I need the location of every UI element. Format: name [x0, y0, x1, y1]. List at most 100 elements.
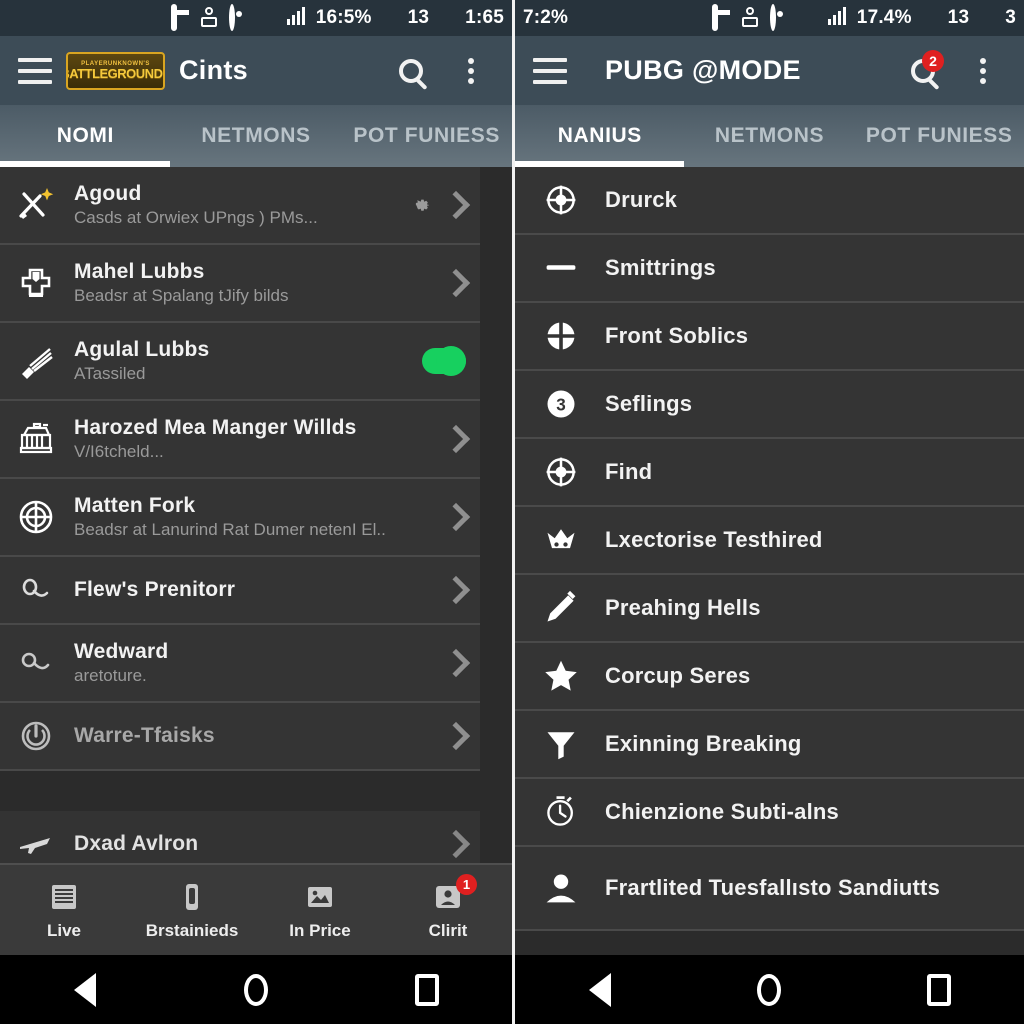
list-item-title: Corcup Seres: [605, 663, 751, 688]
list-lines-icon: [47, 880, 81, 914]
page-title: Cints: [179, 55, 248, 85]
right-app-bar: PUBG @MODE 2: [515, 36, 1024, 105]
chevron-right-icon: [441, 502, 471, 532]
list-item-title: Front Soblics: [605, 323, 749, 348]
list-item[interactable]: Flew's Prenitorr: [0, 557, 480, 625]
list-item-title: Mahel Lubbs: [74, 260, 205, 283]
download-icon: [575, 7, 597, 29]
left-percent-label: 7:2%: [523, 7, 569, 28]
clock-label: 3: [1005, 7, 1016, 28]
right-menu-list[interactable]: Drurck Smittrings Front Soblics 3 Seflin…: [515, 167, 1024, 955]
more-vertical-icon: [468, 57, 474, 84]
list-item[interactable]: Agoud Casds at Orwiex UPngs ) PMs...: [0, 167, 480, 245]
search-button[interactable]: 2: [900, 48, 946, 94]
gear-icon[interactable]: [408, 193, 432, 217]
list-item-title: Agulal Lubbs: [74, 338, 210, 361]
status-count-label: 13: [407, 7, 430, 28]
list-item[interactable]: 3 Seflings: [515, 371, 1024, 439]
list-item[interactable]: Find: [515, 439, 1024, 507]
overflow-menu-button[interactable]: [448, 48, 494, 94]
bottom-nav-label: Live: [46, 920, 82, 940]
tab-nanius[interactable]: NANIUS: [515, 124, 685, 148]
list-item[interactable]: Harozed Mea Manger Willds V/I6tcheld...: [0, 401, 480, 479]
data-triangle-icon: [258, 7, 280, 29]
list-item[interactable]: Smittrings: [515, 235, 1024, 303]
tab-pot-funiess[interactable]: POT FUNIESS: [341, 124, 512, 148]
contact-status-icon: [200, 7, 222, 29]
list-item[interactable]: Frartlited Tuesfallısto Sandiutts: [515, 847, 1024, 931]
back-button[interactable]: [55, 965, 115, 1015]
back-button[interactable]: [570, 965, 630, 1015]
tab-pot-funiess[interactable]: POT FUNIESS: [854, 124, 1024, 148]
bottom-nav-in-price[interactable]: In Price: [265, 880, 375, 941]
list-item-title: Warre-Tfaisks: [74, 724, 215, 747]
hamburger-icon[interactable]: [18, 57, 52, 84]
list-item[interactable]: Drurck: [515, 167, 1024, 235]
battery-secondary-icon: [976, 7, 998, 29]
bottom-nav-brstainieds[interactable]: Brstainieds: [137, 880, 247, 941]
home-button[interactable]: [739, 965, 799, 1015]
dual-screenshot-comparison: 16:5% 13 1:65 PLAYERUNKNOWN'S BATTLEGROU…: [0, 0, 1024, 1024]
crate-icon: [14, 417, 58, 461]
tab-netmons[interactable]: NETMONS: [685, 124, 855, 148]
list-item[interactable]: Wedward aretoture.: [0, 625, 480, 703]
list-item[interactable]: Lxectorise Testhired: [515, 507, 1024, 575]
list-item-title: Matten Fork: [74, 494, 196, 517]
recents-square-icon: [927, 973, 952, 1006]
left-bottom-nav: Live Brstainieds In Price 1 Clirit: [0, 863, 512, 955]
funnel-icon: [539, 722, 583, 766]
list-item-title: Exinning Breaking: [605, 731, 802, 756]
bottom-nav-label: In Price: [289, 920, 351, 940]
list-item[interactable]: Matten Fork Beadsr at Lanurind Rat Dumer…: [0, 479, 480, 557]
overflow-menu-button[interactable]: [960, 48, 1006, 94]
list-item[interactable]: Preahing Hells: [515, 575, 1024, 643]
bottom-nav-live[interactable]: Live: [9, 880, 119, 941]
list-item-title: Frartlited Tuesfallısto Sandiutts: [605, 875, 941, 900]
recents-button[interactable]: [397, 965, 457, 1015]
list-item[interactable]: Exinning Breaking: [515, 711, 1024, 779]
list-item-title: Find: [605, 459, 653, 484]
search-button[interactable]: [388, 48, 434, 94]
left-settings-list[interactable]: Agoud Casds at Orwiex UPngs ) PMs... Mah…: [0, 167, 512, 863]
list-item[interactable]: Chienzione Subti-alns: [515, 779, 1024, 847]
home-button[interactable]: [226, 965, 286, 1015]
data-triangle-icon: [799, 7, 821, 29]
list-section-gap: [0, 771, 512, 811]
list-item[interactable]: Corcup Seres: [515, 643, 1024, 711]
tab-netmons[interactable]: NETMONS: [171, 124, 342, 148]
list-item-title: Wedward: [74, 640, 169, 663]
battery-icon: [379, 7, 401, 29]
key-round-icon: [14, 641, 58, 685]
list-item-subtitle: Casds at Orwiex UPngs ) PMs...: [74, 208, 318, 227]
clock-label: 1:65: [465, 7, 504, 28]
list-item[interactable]: Front Soblics: [515, 303, 1024, 371]
bottom-nav-clirit[interactable]: 1 Clirit: [393, 873, 503, 941]
battery-secondary-icon: [436, 7, 458, 29]
list-item[interactable]: Agulal Lubbs ATassiled: [0, 323, 480, 401]
pubg-battlegrounds-logo: PLAYERUNKNOWN'S BATTLEGROUNDS: [66, 51, 165, 90]
tab-nomi[interactable]: NOMI: [0, 124, 171, 148]
toggle-switch[interactable]: [422, 346, 466, 376]
list-item-subtitle: V/I6tcheld...: [74, 442, 164, 461]
back-triangle-icon: [74, 972, 97, 1007]
right-phone-panel: 7:2% 17.4% 13 3 PUBG @MODE 2 NANIUS NETM…: [512, 0, 1024, 1024]
list-item[interactable]: Mahel Lubbs Beadsr at Spalang tJify bild…: [0, 245, 480, 323]
location-icon: [228, 4, 251, 31]
status-count-label: 13: [947, 7, 970, 28]
signal-bars-icon: [286, 7, 309, 29]
chevron-right-icon: [441, 268, 471, 298]
search-icon: [399, 58, 423, 83]
brush-icon: [14, 339, 58, 383]
hamburger-icon[interactable]: [533, 57, 567, 84]
bottom-nav-badge: 1: [456, 873, 477, 895]
list-item-title: Preahing Hells: [605, 595, 761, 620]
power-icon: [14, 714, 58, 758]
more-vertical-icon: [980, 57, 986, 84]
chevron-right-icon: [441, 648, 471, 678]
list-item[interactable]: Dxad Avlron: [0, 811, 480, 863]
airplane-icon: [14, 822, 58, 863]
battery-percent-label: 16:5%: [315, 7, 372, 28]
number-three-circle-icon: 3: [539, 382, 583, 426]
recents-button[interactable]: [909, 965, 969, 1015]
list-item[interactable]: Warre-Tfaisks: [0, 703, 480, 771]
